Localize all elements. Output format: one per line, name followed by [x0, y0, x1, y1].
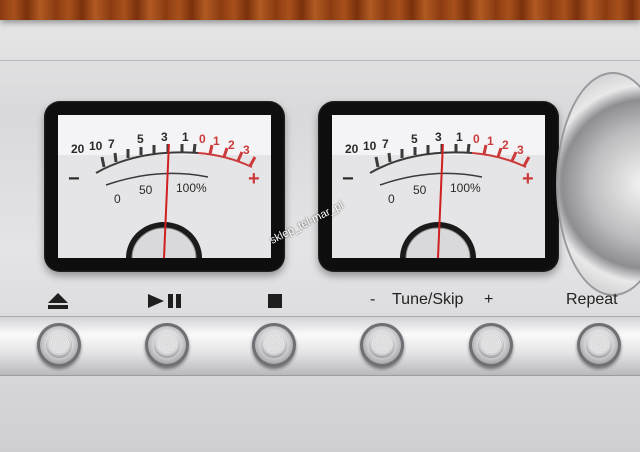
percent-label: 50 [413, 183, 427, 197]
tune-up-button[interactable] [469, 323, 513, 367]
minus-sign: − [342, 168, 354, 190]
scale-label-red: 0 [473, 132, 480, 146]
percent-label: 0 [114, 192, 121, 206]
stop-button[interactable] [252, 323, 296, 367]
scale-label: 1 [182, 130, 189, 144]
scale-label-red: 1 [487, 134, 494, 148]
plus-sign: + [522, 168, 534, 190]
tune-plus-label: + [484, 291, 494, 308]
percent-label: 100% [176, 181, 207, 195]
tune-down-button[interactable] [360, 323, 404, 367]
play-pause-icon [148, 294, 181, 308]
scale-label: 20 [71, 142, 85, 156]
eject-icon [48, 293, 68, 309]
percent-label: 50 [139, 183, 153, 197]
panel-divider [0, 60, 640, 61]
scale-label: 20 [345, 142, 359, 156]
scale-label: 3 [435, 130, 442, 144]
repeat-button[interactable] [577, 323, 621, 367]
scale-label: 5 [411, 132, 418, 146]
percent-label: 100% [450, 181, 481, 195]
eject-button[interactable] [37, 323, 81, 367]
percent-label: 0 [388, 192, 395, 206]
scale-label: 7 [108, 137, 115, 151]
plus-sign: + [248, 168, 260, 190]
scale-label-red: 2 [228, 138, 235, 152]
scale-label: 10 [89, 139, 103, 153]
scale-label: 7 [382, 137, 389, 151]
scale-label: 10 [363, 139, 377, 153]
scale-label: 5 [137, 132, 144, 146]
scale-label-red: 1 [213, 134, 220, 148]
stop-icon [268, 294, 282, 308]
scale-label-red: 0 [199, 132, 206, 146]
minus-sign: − [68, 168, 80, 190]
scale-label-red: 3 [517, 143, 524, 157]
scale-label: 1 [456, 130, 463, 144]
scale-label-red: 3 [243, 143, 250, 157]
tune-skip-label: Tune/Skip [392, 291, 464, 308]
scale-label-red: 2 [502, 138, 509, 152]
vu-meter-left: 20 10 7 5 3 1 0 1 2 3 − + 0 50 100% [44, 101, 285, 272]
tune-minus-label: - [370, 291, 376, 308]
vu-meter-face: 20 10 7 5 3 1 0 1 2 3 − + 0 50 100% [332, 115, 545, 258]
scale-label: 3 [161, 130, 168, 144]
button-rail [0, 316, 640, 376]
vu-meter-face: 20 10 7 5 3 1 0 1 2 3 − + 0 50 100% [58, 115, 271, 258]
play-pause-button[interactable] [145, 323, 189, 367]
wood-trim [0, 0, 640, 20]
volume-dial[interactable] [556, 72, 640, 296]
repeat-label: Repeat [566, 291, 618, 308]
vu-meter-right: 20 10 7 5 3 1 0 1 2 3 − + 0 50 100% [318, 101, 559, 272]
